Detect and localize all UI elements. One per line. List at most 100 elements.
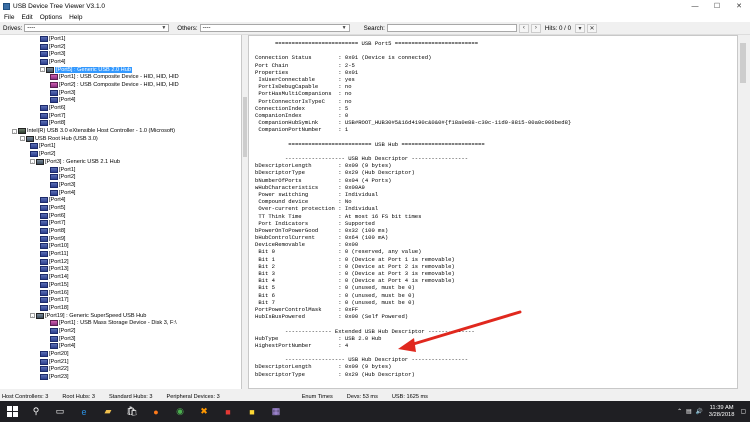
others-select[interactable]: ---- ▼	[199, 24, 350, 32]
expander-icon[interactable]: -	[12, 128, 17, 134]
close-button[interactable]: ✕	[728, 0, 750, 12]
tree-item-label: [Port1] : USB Mass Storage Device - Disk…	[59, 320, 177, 327]
search-icon[interactable]: ⚲	[28, 404, 44, 420]
tree-item[interactable]: - USB Root Hub (USB 3.0)	[0, 135, 241, 143]
tree-item[interactable]: [Port8]	[0, 227, 241, 235]
port-icon	[40, 281, 48, 288]
app-yellow-icon[interactable]: ■	[244, 404, 260, 420]
tree-item[interactable]: - [Port19] : Generic SuperSpeed USB Hub	[0, 312, 241, 320]
tree-item[interactable]: [Port23]	[0, 373, 241, 381]
clock[interactable]: 11:39 AM 3/28/2018	[709, 405, 735, 419]
port-icon	[40, 235, 48, 242]
tree-item[interactable]: [Port3]	[0, 89, 241, 97]
tree-item[interactable]: [Port2]	[0, 327, 241, 335]
tree-item[interactable]: - [Port5] : Generic USB 2.0 Hub	[0, 66, 241, 74]
detail-scrollbar[interactable]	[739, 35, 747, 389]
tree-item[interactable]: [Port1]	[0, 35, 241, 43]
system-tray: ⌃ ▤ 🔊 11:39 AM 3/28/2018 ▢	[677, 401, 746, 422]
device-tree[interactable]: [Port1] [Port2] [Port3] [Port4] - [Port5] : G…	[0, 35, 242, 389]
tree-item[interactable]: [Port18]	[0, 304, 241, 312]
tree-item[interactable]: [Port6]	[0, 212, 241, 220]
app-x-icon[interactable]: ✖	[196, 404, 212, 420]
maximize-button[interactable]: ☐	[706, 0, 728, 12]
expander-icon[interactable]: -	[30, 159, 35, 165]
search-input[interactable]	[386, 24, 517, 32]
search-prev-button[interactable]: ‹	[518, 23, 529, 33]
tree-item[interactable]: - [Port3] : Generic USB 2.1 Hub	[0, 158, 241, 166]
volume-icon[interactable]: 🔊	[696, 409, 703, 415]
expander-icon[interactable]: -	[20, 136, 25, 142]
tree-item[interactable]: [Port4]	[0, 58, 241, 66]
tree-item[interactable]: [Port1]	[0, 166, 241, 174]
tree-item[interactable]: [Port4]	[0, 97, 241, 105]
clear-search-button[interactable]: ✕	[587, 23, 598, 33]
firefox-icon[interactable]: ●	[148, 404, 164, 420]
tree-item-label: [Port5]	[49, 204, 66, 211]
tree-item[interactable]: [Port13]	[0, 266, 241, 274]
chrome-icon[interactable]: ◉	[172, 404, 188, 420]
detail-pane[interactable]: ========================= USB Port5 ====…	[248, 35, 738, 389]
menu-options[interactable]: Options	[40, 14, 62, 21]
tree-item[interactable]: [Port9]	[0, 235, 241, 243]
detail-line: Connection Status : 0x01 (Device is conn…	[255, 54, 432, 62]
notifications-icon[interactable]: ▢	[741, 409, 746, 415]
tree-item[interactable]: [Port6]	[0, 104, 241, 112]
tree-item[interactable]: [Port16]	[0, 289, 241, 297]
tree-item[interactable]: [Port7]	[0, 112, 241, 120]
tree-item[interactable]: [Port2]	[0, 173, 241, 181]
tree-item[interactable]: [Port1] : USB Mass Storage Device - Disk…	[0, 319, 241, 327]
tree-item[interactable]: [Port17]	[0, 296, 241, 304]
tree-item[interactable]: [Port3]	[0, 181, 241, 189]
tree-item[interactable]: [Port2]	[0, 43, 241, 51]
detail-line: Bit 1 : 0 (Device at Port 1 is removable…	[255, 255, 455, 263]
tree-item[interactable]: [Port4]	[0, 343, 241, 351]
tree-item[interactable]: [Port14]	[0, 273, 241, 281]
tree-item[interactable]: [Port1]	[0, 143, 241, 151]
tree-item[interactable]: [Port22]	[0, 366, 241, 374]
file-explorer-icon[interactable]: ▰	[100, 404, 116, 420]
chevron-up-icon[interactable]: ⌃	[677, 409, 682, 415]
tree-item[interactable]: [Port11]	[0, 250, 241, 258]
task-view-icon[interactable]: ▭	[52, 404, 68, 420]
tree-item[interactable]: [Port4]	[0, 196, 241, 204]
tree-item-label: [Port21]	[49, 358, 69, 365]
menu-file[interactable]: File	[4, 14, 14, 21]
tree-item[interactable]: [Port2] : USB Composite Device - HID, HI…	[0, 81, 241, 89]
tree-item[interactable]: [Port12]	[0, 258, 241, 266]
tree-item[interactable]: [Port4]	[0, 189, 241, 197]
tree-item[interactable]: [Port7]	[0, 220, 241, 228]
tree-item[interactable]: [Port3]	[0, 50, 241, 58]
app-red-icon[interactable]: ■	[220, 404, 236, 420]
tree-item[interactable]: [Port21]	[0, 358, 241, 366]
detail-line: Port Indicators : Supported	[255, 219, 375, 227]
tree-scrollbar-thumb[interactable]	[243, 97, 247, 157]
windows-start-icon[interactable]	[4, 404, 20, 420]
port-icon	[40, 51, 48, 58]
drives-select[interactable]: ---- ▼	[24, 24, 170, 32]
detail-line: CompanionPortNumber : 1	[255, 126, 349, 134]
tree-item[interactable]: [Port5]	[0, 204, 241, 212]
tree-item[interactable]: [Port8]	[0, 120, 241, 128]
network-icon[interactable]: ▤	[686, 409, 691, 415]
tree-item[interactable]: - Intel(R) USB 3.0 eXtensible Host Contro…	[0, 127, 241, 135]
search-options-button[interactable]: ▾	[575, 23, 586, 33]
tree-item[interactable]: [Port10]	[0, 243, 241, 251]
store-icon[interactable]: 🛍	[124, 404, 140, 420]
search-next-button[interactable]: ›	[530, 23, 541, 33]
tree-item[interactable]: [Port2]	[0, 150, 241, 158]
tree-item[interactable]: [Port1] : USB Composite Device - HID, HI…	[0, 73, 241, 81]
tree-item-label: [Port14]	[49, 274, 69, 281]
minimize-button[interactable]: —	[684, 0, 706, 12]
expander-icon[interactable]: -	[30, 313, 35, 319]
drives-label: Drives:	[3, 24, 23, 32]
menu-help[interactable]: Help	[69, 14, 82, 21]
edge-browser-icon[interactable]: e	[76, 404, 92, 420]
tree-item[interactable]: [Port20]	[0, 350, 241, 358]
usb-tree-viewer-taskbar-icon[interactable]: ▦	[268, 404, 284, 420]
menu-edit[interactable]: Edit	[21, 14, 32, 21]
detail-scrollbar-thumb[interactable]	[740, 43, 746, 83]
tree-item[interactable]: [Port15]	[0, 281, 241, 289]
expander-icon[interactable]: -	[40, 67, 45, 73]
tree-item-label: [Port7]	[49, 220, 66, 227]
tree-item[interactable]: [Port3]	[0, 335, 241, 343]
